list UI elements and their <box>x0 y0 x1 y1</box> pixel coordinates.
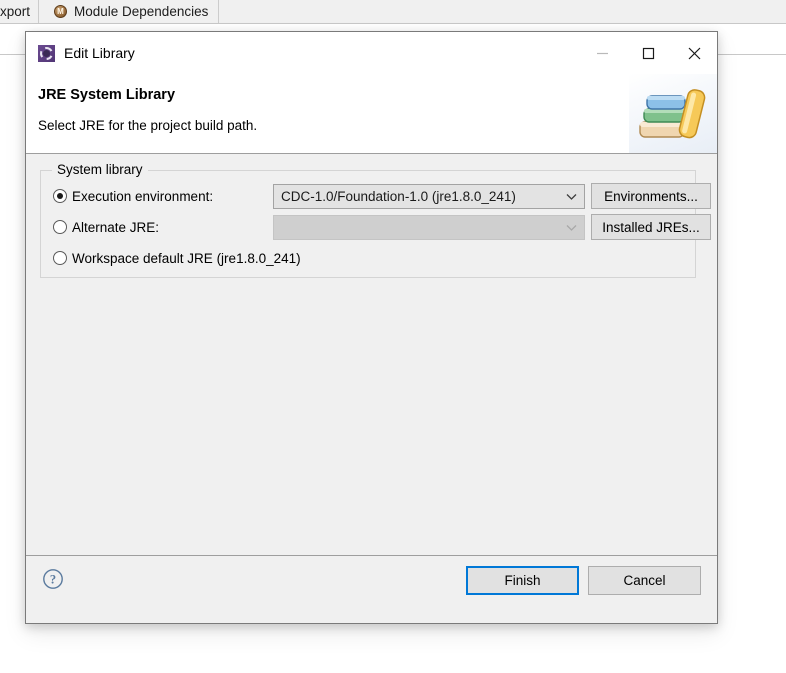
tab-export[interactable]: xport <box>0 0 40 23</box>
installed-jres-button[interactable]: Installed JREs... <box>591 214 711 240</box>
system-library-group-label: System library <box>52 162 148 177</box>
dialog-titlebar[interactable]: Edit Library <box>26 32 717 74</box>
chevron-down-icon <box>562 193 580 201</box>
eclipse-gear-icon <box>38 44 55 62</box>
minimize-icon <box>596 52 608 54</box>
module-icon-letter: M <box>57 6 64 16</box>
header-banner <box>629 74 717 153</box>
environments-button[interactable]: Environments... <box>591 183 711 209</box>
help-button[interactable]: ? <box>42 568 64 590</box>
svg-text:?: ? <box>50 572 56 586</box>
radio-execution-environment-label: Execution environment: <box>72 188 214 204</box>
radio-workspace-default-jre[interactable] <box>53 251 67 265</box>
chevron-down-icon <box>562 224 580 232</box>
dialog-body: System library Execution environment: CD… <box>26 154 717 623</box>
execution-environment-combo[interactable]: CDC-1.0/Foundation-1.0 (jre1.8.0_241) <box>273 184 585 209</box>
radio-alternate-jre[interactable] <box>53 220 67 234</box>
module-icon: M <box>54 5 67 18</box>
dialog-header: JRE System Library Select JRE for the pr… <box>26 74 717 154</box>
alternate-jre-combo[interactable] <box>273 215 585 240</box>
close-button[interactable] <box>671 32 717 74</box>
finish-button[interactable]: Finish <box>466 566 579 595</box>
maximize-icon <box>642 47 654 59</box>
cancel-button[interactable]: Cancel <box>588 566 701 595</box>
radio-workspace-default-jre-label: Workspace default JRE (jre1.8.0_241) <box>72 250 301 266</box>
page-description: Select JRE for the project build path. <box>38 118 258 133</box>
page-title: JRE System Library <box>38 87 176 103</box>
tab-module-dependencies-label: Module Dependencies <box>74 4 209 19</box>
minimize-button[interactable] <box>579 32 625 74</box>
dialog-footer: ? Finish Cancel <box>26 556 717 623</box>
radio-alternate-jre-label: Alternate JRE: <box>72 219 160 235</box>
books-stack-icon <box>639 89 706 139</box>
row-workspace-default-jre: Workspace default JRE (jre1.8.0_241) <box>41 245 695 271</box>
radio-execution-environment[interactable] <box>53 189 67 203</box>
footer-buttons: Finish Cancel <box>466 566 701 595</box>
background-filler <box>0 24 24 55</box>
help-question-icon: ? <box>43 569 63 589</box>
maximize-button[interactable] <box>625 32 671 74</box>
edit-library-dialog: Edit Library JRE System Library Select J… <box>25 31 718 624</box>
tab-export-label: xport <box>0 4 31 19</box>
window-controls <box>579 32 717 74</box>
dialog-title: Edit Library <box>64 45 135 61</box>
titlebar-left: Edit Library <box>26 44 135 62</box>
system-library-group: System library Execution environment: CD… <box>40 162 711 278</box>
tab-module-dependencies[interactable]: M Module Dependencies <box>44 0 220 23</box>
close-icon <box>688 47 700 59</box>
execution-environment-combo-value: CDC-1.0/Foundation-1.0 (jre1.8.0_241) <box>281 189 516 204</box>
